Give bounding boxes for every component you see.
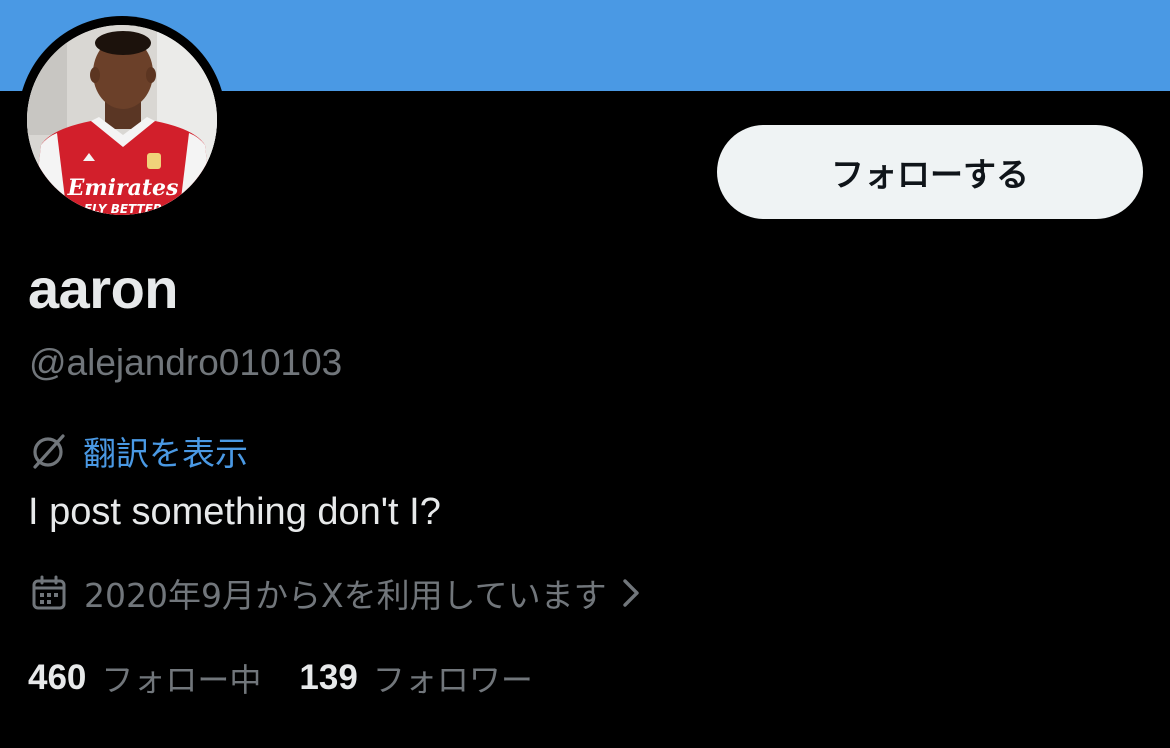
profile-bio: I post something don't I? xyxy=(28,491,441,533)
follow-button[interactable]: フォローする xyxy=(717,125,1143,219)
translate-bio-row[interactable]: 翻訳を表示 xyxy=(28,428,248,474)
joined-date-text: 2020年9月からXを利用しています xyxy=(84,576,607,615)
chevron-right-icon xyxy=(622,579,639,607)
following-label: フォロー中 xyxy=(101,661,262,699)
show-translation-link[interactable]: 翻訳を表示 xyxy=(83,427,248,475)
followers-label: フォロワー xyxy=(372,661,533,699)
calendar-icon xyxy=(32,575,66,610)
shirt-sponsor-text: Emirates xyxy=(67,175,179,201)
following-link[interactable]: 460 フォロー中 xyxy=(28,655,261,701)
globe-slash-icon xyxy=(33,434,65,469)
following-count: 460 xyxy=(28,658,87,697)
joined-date-row[interactable]: 2020年9月からXを利用しています xyxy=(30,570,645,616)
avatar[interactable]: Emirates FLY BETTER xyxy=(27,25,217,215)
avatar-photo: Emirates FLY BETTER xyxy=(27,25,217,215)
follow-stats: 460 フォロー中 139 フォロワー xyxy=(28,655,533,701)
followers-link[interactable]: 139 フォロワー xyxy=(299,655,532,701)
followers-count: 139 xyxy=(299,658,358,697)
username-handle: @alejandro010103 xyxy=(29,342,343,383)
display-name: aaron xyxy=(28,257,179,320)
